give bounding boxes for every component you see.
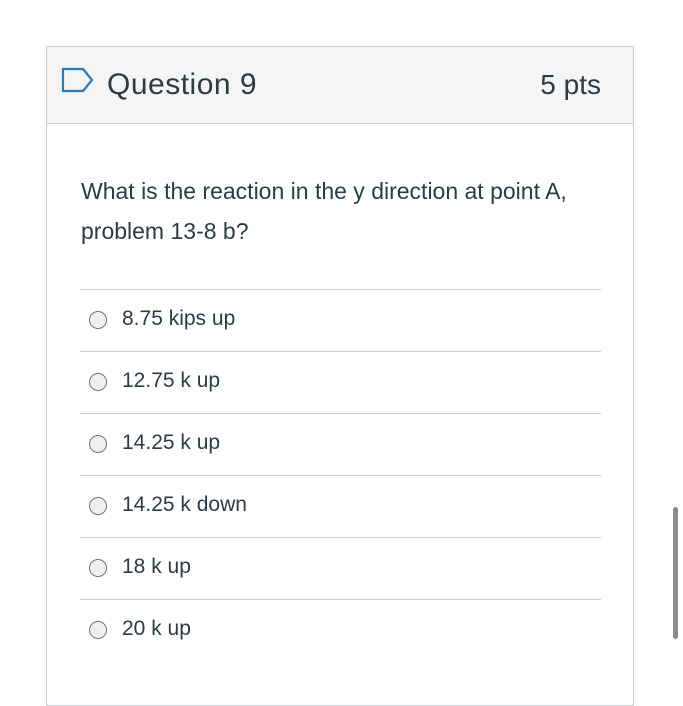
scrollbar[interactable] — [673, 507, 678, 639]
answer-option[interactable]: 14.25 k down — [80, 475, 601, 537]
answer-label: 12.75 k up — [122, 369, 221, 392]
question-title: Question 9 — [107, 68, 258, 101]
answer-option[interactable]: 20 k up — [80, 599, 601, 661]
answer-option[interactable]: 18 k up — [80, 537, 601, 599]
radio-button[interactable] — [89, 435, 107, 453]
answer-option[interactable]: 8.75 kips up — [80, 289, 601, 351]
answer-label: 20 k up — [122, 617, 191, 640]
question-text: What is the reaction in the y direction … — [81, 178, 567, 244]
radio-button[interactable] — [89, 497, 107, 515]
radio-button[interactable] — [89, 621, 107, 639]
question-header: Question 9 5 pts — [47, 47, 633, 124]
question-points: 5 pts — [540, 69, 601, 100]
answer-label: 14.25 k up — [122, 431, 221, 454]
radio-button[interactable] — [89, 311, 107, 329]
answer-list: 8.75 kips up 12.75 k up 14.25 k up 14.25… — [80, 289, 601, 661]
flag-icon[interactable] — [61, 67, 95, 93]
answer-label: 8.75 kips up — [122, 307, 236, 330]
answer-option[interactable]: 14.25 k up — [80, 413, 601, 475]
radio-button[interactable] — [89, 373, 107, 391]
answer-option[interactable]: 12.75 k up — [80, 351, 601, 413]
answer-label: 14.25 k down — [122, 493, 247, 516]
answer-label: 18 k up — [122, 555, 191, 578]
radio-button[interactable] — [89, 559, 107, 577]
